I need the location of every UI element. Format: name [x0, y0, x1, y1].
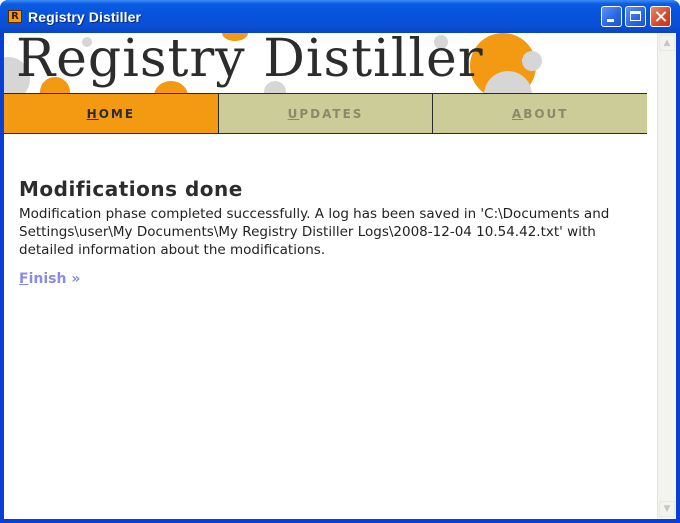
window-title: Registry Distiller — [28, 9, 142, 25]
banner-title: Registry Distiller — [16, 33, 484, 89]
scroll-down-arrow-icon[interactable]: ▼ — [659, 501, 675, 517]
maximize-button[interactable] — [625, 6, 646, 27]
tab-updates-hotkey: U — [287, 106, 300, 121]
header-banner: Registry Distiller — [4, 33, 657, 93]
client-area: Registry Distiller H OME U PDATES A BOUT Mo… — [4, 33, 676, 519]
tab-about-hotkey: A — [511, 106, 524, 121]
finish-hotkey: F — [19, 271, 29, 287]
tab-about[interactable]: A BOUT — [432, 94, 648, 133]
nav-bar: H OME U PDATES A BOUT — [4, 93, 648, 134]
finish-label: inish — [28, 271, 67, 287]
finish-link[interactable]: Finish » — [19, 271, 80, 287]
close-button[interactable] — [650, 6, 671, 27]
vertical-scrollbar[interactable]: ▲ ▼ — [657, 33, 676, 519]
tab-about-label: BOUT — [523, 106, 569, 121]
app-icon[interactable]: R — [8, 10, 22, 23]
scroll-up-arrow-icon[interactable]: ▲ — [659, 35, 675, 51]
main-content: Modifications done Modification phase co… — [19, 177, 639, 287]
page-heading: Modifications done — [19, 177, 243, 201]
app-window: R Registry Distiller Registry Distiller … — [0, 0, 680, 523]
tab-home[interactable]: H OME — [4, 94, 218, 133]
finish-chevron-icon: » — [66, 271, 81, 287]
title-bar[interactable]: R Registry Distiller — [0, 0, 680, 33]
tab-home-label: OME — [98, 106, 136, 121]
decorative-bubble — [522, 51, 542, 71]
tab-updates[interactable]: U PDATES — [217, 94, 433, 133]
tab-home-hotkey: H — [86, 106, 99, 121]
result-message: Modification phase completed successfull… — [19, 206, 610, 258]
tab-updates-label: PDATES — [299, 106, 364, 121]
minimize-button[interactable] — [601, 6, 622, 27]
